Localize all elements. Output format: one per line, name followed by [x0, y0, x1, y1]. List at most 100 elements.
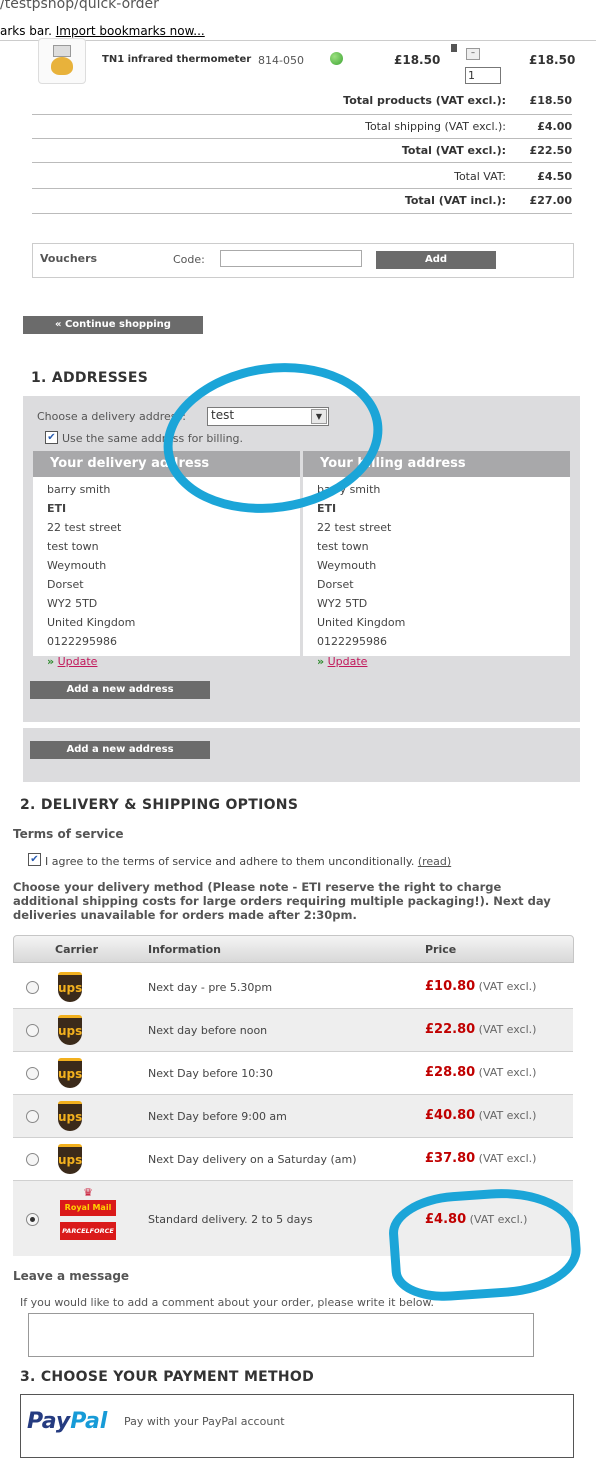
carrier-info: Standard delivery. 2 to 5 days — [148, 1213, 313, 1226]
carrier-row[interactable]: ups Next Day before 9:00 am £40.80 (VAT … — [13, 1095, 573, 1138]
message-title: Leave a message — [13, 1269, 130, 1283]
vat-note: (VAT excl.) — [478, 1152, 537, 1165]
ups-logo-icon: ups — [58, 1101, 82, 1131]
ups-logo-icon: ups — [58, 1015, 82, 1045]
double-chevron-right-icon: » — [317, 655, 325, 668]
product-thumbnail[interactable] — [38, 38, 86, 84]
bookmarks-notice: arks bar. Import bookmarks now... — [0, 24, 205, 38]
divider — [32, 114, 572, 115]
carrier-row[interactable]: ups Next day - pre 5.30pm £10.80 (VAT ex… — [13, 966, 573, 1009]
payment-heading: 3. CHOOSE YOUR PAYMENT METHOD — [20, 1369, 315, 1385]
delivery-note-line: deliveries unavailable for orders made a… — [13, 908, 357, 922]
carrier-row[interactable]: ups Next Day delivery on a Saturday (am)… — [13, 1138, 573, 1181]
address-line: United Kingdom — [47, 616, 136, 629]
total-shipping-label: Total shipping (VAT excl.): — [365, 120, 506, 133]
carrier-radio[interactable] — [26, 981, 39, 994]
carrier-price: £40.80 — [425, 1108, 476, 1123]
carrier-price-wrap: £37.80 (VAT excl.) — [425, 1151, 536, 1166]
update-delivery-link[interactable]: Update — [58, 655, 98, 668]
delivery-note-line: additional shipping costs for large orde… — [13, 894, 551, 908]
carrier-price-wrap: £10.80 (VAT excl.) — [425, 979, 536, 994]
add-address-button[interactable]: Add a new address — [30, 681, 210, 699]
carrier-info: Next Day before 9:00 am — [148, 1110, 287, 1123]
same-billing-checkbox[interactable]: ✔ — [45, 431, 58, 444]
terms-title: Terms of service — [13, 827, 124, 841]
choose-address-label: Choose a delivery address: — [37, 410, 186, 423]
address-line: Dorset — [47, 578, 84, 591]
carrier-price: £28.80 — [425, 1065, 476, 1080]
address-line: WY2 5TD — [317, 597, 368, 610]
royal-mail-label: Royal Mail — [60, 1200, 116, 1216]
availability-dot — [330, 52, 343, 65]
vat-note: (VAT excl.) — [478, 1066, 537, 1079]
add-address-button-secondary[interactable]: Add a new address — [30, 741, 210, 759]
total-incl-value: £27.00 — [529, 194, 572, 207]
parcelforce-label: PARCELFORCE — [60, 1222, 116, 1240]
divider — [32, 188, 572, 189]
total-products-value: £18.50 — [529, 94, 572, 107]
delivery-heading: 2. DELIVERY & SHIPPING OPTIONS — [20, 797, 299, 813]
carrier-price: £22.80 — [425, 1022, 476, 1037]
address-line: WY2 5TD — [47, 597, 98, 610]
carrier-row[interactable]: ups Next day before noon £22.80 (VAT exc… — [13, 1009, 573, 1052]
annotation-circle — [386, 1183, 584, 1305]
col-carrier: Carrier — [55, 943, 99, 956]
royal-mail-logo-icon: ♛ Royal Mail PARCELFORCE — [56, 1186, 122, 1248]
address-line: United Kingdom — [317, 616, 406, 629]
double-chevron-right-icon: » — [47, 655, 55, 668]
message-hint: If you would like to add a comment about… — [20, 1296, 435, 1309]
paypal-text: Pay with your PayPal account — [124, 1415, 285, 1428]
total-excl-value: £22.50 — [529, 144, 572, 157]
carrier-radio[interactable] — [26, 1153, 39, 1166]
terms-read-link[interactable]: (read) — [418, 855, 451, 868]
delivery-note-line: Choose your delivery method (Please note… — [13, 880, 502, 894]
import-bookmarks-link[interactable]: Import bookmarks now... — [56, 24, 205, 38]
terms-checkbox[interactable]: ✔ — [28, 853, 41, 866]
address-line: ETI — [317, 502, 337, 515]
col-information: Information — [148, 943, 221, 956]
total-excl-label: Total (VAT excl.): — [401, 144, 506, 157]
delete-icon[interactable] — [451, 44, 457, 52]
carrier-radio[interactable] — [26, 1024, 39, 1037]
address-line: test town — [47, 540, 99, 553]
carrier-info: Next Day before 10:30 — [148, 1067, 273, 1080]
carrier-price-wrap: £28.80 (VAT excl.) — [425, 1065, 536, 1080]
update-delivery-link-wrap: » Update — [47, 655, 97, 668]
divider — [32, 213, 572, 214]
carrier-price-wrap: £22.80 (VAT excl.) — [425, 1022, 536, 1037]
ups-logo-icon: ups — [58, 1144, 82, 1174]
voucher-add-button[interactable]: Add — [376, 251, 496, 269]
paypal-logo-part: Pal — [70, 1409, 108, 1434]
carrier-radio-selected[interactable] — [26, 1213, 39, 1226]
vouchers-title: Vouchers — [40, 252, 98, 265]
voucher-code-input[interactable] — [220, 250, 362, 267]
carrier-radio[interactable] — [26, 1067, 39, 1080]
carrier-price: £37.80 — [425, 1151, 476, 1166]
address-line: 22 test street — [47, 521, 122, 534]
address-bar-url[interactable]: /testpshop/quick-order — [0, 0, 159, 12]
divider — [32, 138, 572, 139]
voucher-code-label: Code: — [173, 253, 205, 266]
total-products-label: Total products (VAT excl.): — [343, 94, 506, 107]
address-line: Weymouth — [47, 559, 107, 572]
paypal-option[interactable]: PayPal Pay with your PayPal account — [20, 1394, 574, 1458]
carrier-row[interactable]: ups Next Day before 10:30 £28.80 (VAT ex… — [13, 1052, 573, 1095]
update-billing-link-wrap: » Update — [317, 655, 367, 668]
ups-logo-icon: ups — [58, 1058, 82, 1088]
address-line: ETI — [47, 502, 67, 515]
product-name[interactable]: TN1 infrared thermometer — [102, 54, 251, 65]
continue-shopping-button[interactable]: « Continue shopping — [23, 316, 203, 334]
address-line: barry smith — [47, 483, 111, 496]
update-billing-link[interactable]: Update — [328, 655, 368, 668]
quantity-decrease-icon[interactable]: – — [466, 48, 480, 60]
message-textarea[interactable] — [28, 1313, 534, 1357]
quantity-input[interactable]: 1 — [465, 67, 501, 84]
address-line: 22 test street — [317, 521, 392, 534]
paypal-logo-part: Pay — [27, 1409, 71, 1434]
carrier-info: Next day - pre 5.30pm — [148, 981, 273, 994]
carrier-radio[interactable] — [26, 1110, 39, 1123]
addresses-heading: 1. ADDRESSES — [31, 370, 149, 386]
total-incl-label: Total (VAT incl.): — [404, 194, 506, 207]
vat-note: (VAT excl.) — [478, 980, 537, 993]
paypal-logo-icon: PayPal — [27, 1409, 107, 1434]
